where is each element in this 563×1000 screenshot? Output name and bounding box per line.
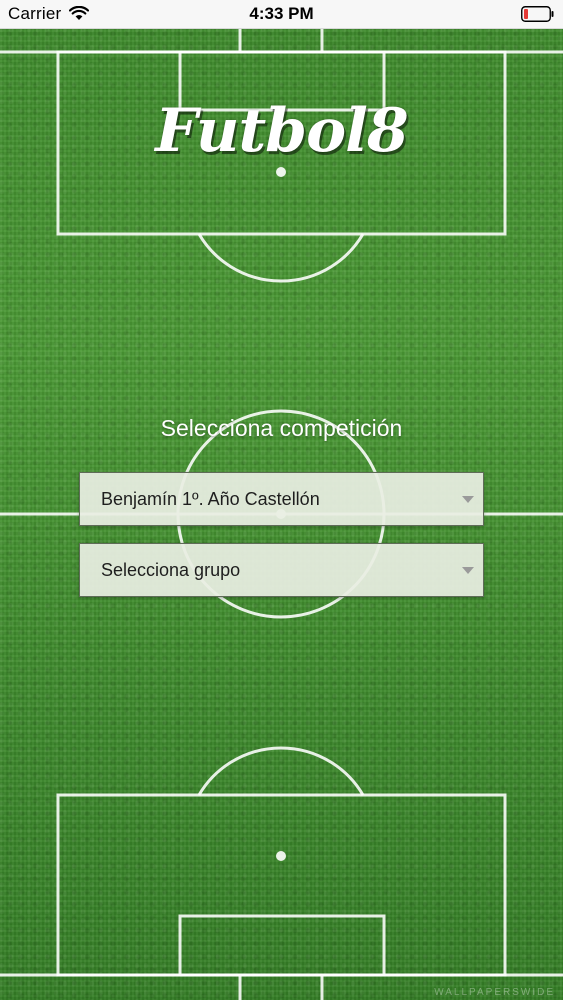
select-competition-prompt: Selecciona competición [160, 415, 403, 441]
chevron-down-icon [462, 567, 474, 574]
top-penalty-spot [276, 167, 286, 177]
chevron-down-icon [462, 496, 474, 503]
competition-dropdown-value: Benjamín 1º. Año Castellón [101, 489, 320, 509]
group-dropdown[interactable]: Selecciona grupo [79, 543, 484, 597]
competition-dropdown[interactable]: Benjamín 1º. Año Castellón [79, 472, 484, 526]
status-bar: Carrier 4:33 PM [0, 0, 563, 29]
battery-icon [521, 6, 554, 22]
clock: 4:33 PM [249, 4, 314, 23]
background-watermark: WALLPAPERSWIDE [434, 987, 555, 998]
bottom-penalty-spot [276, 851, 286, 861]
bottom-goal-area [178, 914, 386, 977]
bottom-penalty-arc [197, 746, 365, 796]
bottom-penalty-area [56, 793, 507, 977]
app-screen: Carrier 4:33 PM Futbol8 Selecciona compe… [0, 0, 563, 1000]
app-logo: Futbol8 [155, 96, 408, 166]
group-dropdown-placeholder: Selecciona grupo [101, 560, 241, 580]
top-penalty-arc [197, 233, 365, 283]
